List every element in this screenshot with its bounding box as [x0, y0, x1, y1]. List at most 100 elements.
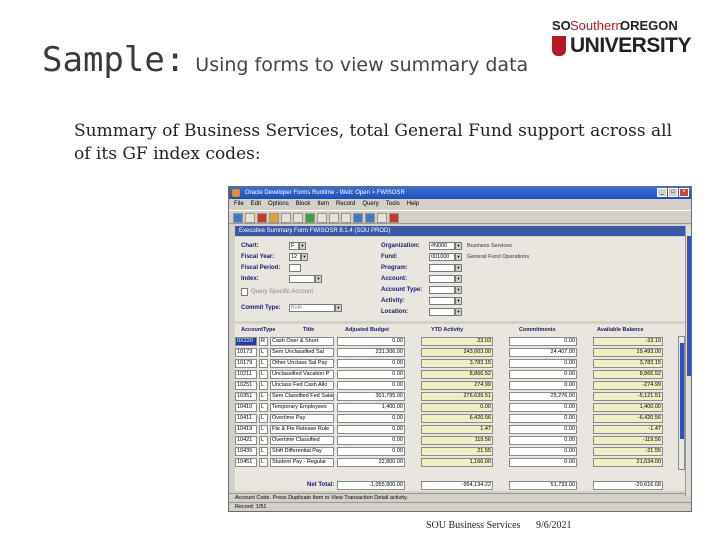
cell-commitments[interactable]: 0.00 [509, 370, 577, 379]
minimize-icon[interactable]: _ [657, 188, 667, 197]
grid-scroll-thumb[interactable] [680, 343, 684, 439]
cell-available-balance[interactable]: 19,493.00 [593, 348, 663, 357]
cell-account[interactable]: 10421 [235, 436, 257, 445]
location-field[interactable] [429, 308, 455, 316]
cell-commitments[interactable]: 0.00 [509, 447, 577, 456]
fund-field[interactable]: 001000 [429, 253, 455, 261]
menu-item[interactable]: Item [317, 199, 329, 210]
cell-type[interactable]: L [259, 392, 268, 401]
cell-available-balance[interactable]: -1.47 [593, 425, 663, 434]
cell-title[interactable]: Sem Unclassified Sal [270, 348, 334, 357]
cell-type[interactable]: R [259, 337, 268, 346]
chart-field[interactable]: F [289, 242, 299, 250]
cell-title[interactable]: Fte & Fte Release Rule [270, 425, 334, 434]
table-row[interactable]: 10211 L Unclassified Vacation P 0.00 8,866.5… [235, 369, 687, 380]
cell-type[interactable]: L [259, 425, 268, 434]
cell-adjusted-budget[interactable]: 0.00 [337, 436, 405, 445]
cell-available-balance[interactable]: -6,420.56 [593, 414, 663, 423]
table-row[interactable]: 10410 L Temporary Employees 1,400.00 0.00 0.0… [235, 402, 687, 413]
organization-dropdown-icon[interactable]: ▼ [455, 242, 462, 250]
cell-title[interactable]: Overtime Classified [270, 436, 334, 445]
enter-query-icon[interactable] [305, 213, 315, 223]
cell-commitments[interactable]: 0.00 [509, 458, 577, 467]
cell-ytd-activity[interactable]: 3,783.15 [421, 359, 493, 368]
cell-account[interactable]: 10173 [235, 348, 257, 357]
cell-adjusted-budget[interactable]: 0.00 [337, 337, 405, 346]
cell-available-balance[interactable]: 8,866.52 [593, 370, 663, 379]
cell-type[interactable]: L [259, 359, 268, 368]
menu-options[interactable]: Options [268, 199, 289, 210]
insert-record-icon[interactable] [281, 213, 291, 223]
previous-record-icon[interactable] [353, 213, 363, 223]
cell-adjusted-budget[interactable]: 0.00 [337, 425, 405, 434]
grid-scrollbar[interactable] [678, 336, 685, 470]
chart-dropdown-icon[interactable]: ▼ [299, 242, 306, 250]
activity-field[interactable] [429, 297, 455, 305]
cell-adjusted-budget[interactable]: 231,306.00 [337, 348, 405, 357]
exit-icon[interactable] [257, 213, 267, 223]
menu-help[interactable]: Help [407, 199, 419, 210]
cell-adjusted-budget[interactable]: 1,400.00 [337, 403, 405, 412]
remove-record-icon[interactable] [293, 213, 303, 223]
cell-type[interactable]: L [259, 370, 268, 379]
cell-account[interactable]: 10435 [235, 447, 257, 456]
cell-account[interactable]: 10179 [235, 359, 257, 368]
menu-query[interactable]: Query [362, 199, 378, 210]
cell-commitments[interactable]: 0.00 [509, 337, 577, 346]
previous-block-icon[interactable] [329, 213, 339, 223]
menu-block[interactable]: Block [296, 199, 311, 210]
cell-available-balance[interactable]: 21,634.00 [593, 458, 663, 467]
cell-commitments[interactable]: 0.00 [509, 403, 577, 412]
table-row[interactable]: 10435 L Shift Differential Pay 0.00 21.55 0.0… [235, 446, 687, 457]
cell-adjusted-budget[interactable]: 0.00 [337, 414, 405, 423]
cell-type[interactable]: L [259, 458, 268, 467]
cell-adjusted-budget[interactable]: 0.00 [337, 381, 405, 390]
table-row[interactable]: 10451 L Student Pay - Regular 22,800.00 1,16… [235, 457, 687, 468]
help-icon[interactable] [377, 213, 387, 223]
table-row[interactable]: 10411 L Overtime Pay 0.00 6,420.56 0.00 -6,420… [235, 413, 687, 424]
menu-record[interactable]: Record [336, 199, 355, 210]
cell-available-balance[interactable]: -21.55 [593, 447, 663, 456]
cell-ytd-activity[interactable]: 1,166.00 [421, 458, 493, 467]
table-row[interactable]: 10421 L Overtime Classified 0.00 119.56 0.00-… [235, 435, 687, 446]
fiscal-year-field[interactable]: 12 [289, 253, 301, 261]
cell-title[interactable]: Overtime Pay [270, 414, 334, 423]
commit-type-select[interactable]: Both [289, 304, 335, 312]
index-field[interactable] [289, 275, 315, 283]
cell-commitments[interactable]: 0.00 [509, 436, 577, 445]
cell-adjusted-budget[interactable]: 301,795.00 [337, 392, 405, 401]
cell-available-balance[interactable]: -274.99 [593, 381, 663, 390]
cell-adjusted-budget[interactable]: 0.00 [337, 370, 405, 379]
cell-ytd-activity[interactable]: 119.56 [421, 436, 493, 445]
table-row[interactable]: 10419 L Fte & Fte Release Rule 0.00 1.47 0.00… [235, 424, 687, 435]
save-icon[interactable] [233, 213, 243, 223]
execute-query-icon[interactable] [317, 213, 327, 223]
program-dropdown-icon[interactable]: ▼ [455, 264, 462, 272]
cell-adjusted-budget[interactable]: 0.00 [337, 359, 405, 368]
account-dropdown-icon[interactable]: ▼ [455, 275, 462, 283]
cell-type[interactable]: L [259, 436, 268, 445]
fiscal-period-field[interactable] [289, 264, 301, 272]
table-row[interactable]: 10251 L Unclass Fed Cash Allo 0.00 274.99 0.0… [235, 380, 687, 391]
cell-commitments[interactable]: 0.00 [509, 425, 577, 434]
menu-file[interactable]: File [234, 199, 244, 210]
cell-title[interactable]: Unclass Fed Cash Allo [270, 381, 334, 390]
cell-adjusted-budget[interactable]: 22,800.00 [337, 458, 405, 467]
cell-ytd-activity[interactable]: 274.99 [421, 381, 493, 390]
cell-type[interactable]: L [259, 447, 268, 456]
cell-title[interactable]: Student Pay - Regular [270, 458, 334, 467]
next-record-icon[interactable] [365, 213, 375, 223]
commit-type-dropdown-icon[interactable]: ▼ [335, 304, 342, 312]
cell-available-balance[interactable]: -5,121.51 [593, 392, 663, 401]
cell-ytd-activity[interactable]: 23.03 [421, 337, 493, 346]
cell-account[interactable]: 10251 [235, 381, 257, 390]
cell-title[interactable]: Unclassified Vacation P [270, 370, 334, 379]
fund-dropdown-icon[interactable]: ▼ [455, 253, 462, 261]
window-scrollbar[interactable] [685, 226, 691, 496]
fiscal-year-dropdown-icon[interactable]: ▼ [301, 253, 308, 261]
cell-account[interactable]: 0X220 [235, 337, 257, 346]
organization-field[interactable]: #N000 [429, 242, 455, 250]
cell-available-balance[interactable]: 3,783.15 [593, 359, 663, 368]
cell-type[interactable]: L [259, 348, 268, 357]
cell-title[interactable]: Shift Differential Pay [270, 447, 334, 456]
